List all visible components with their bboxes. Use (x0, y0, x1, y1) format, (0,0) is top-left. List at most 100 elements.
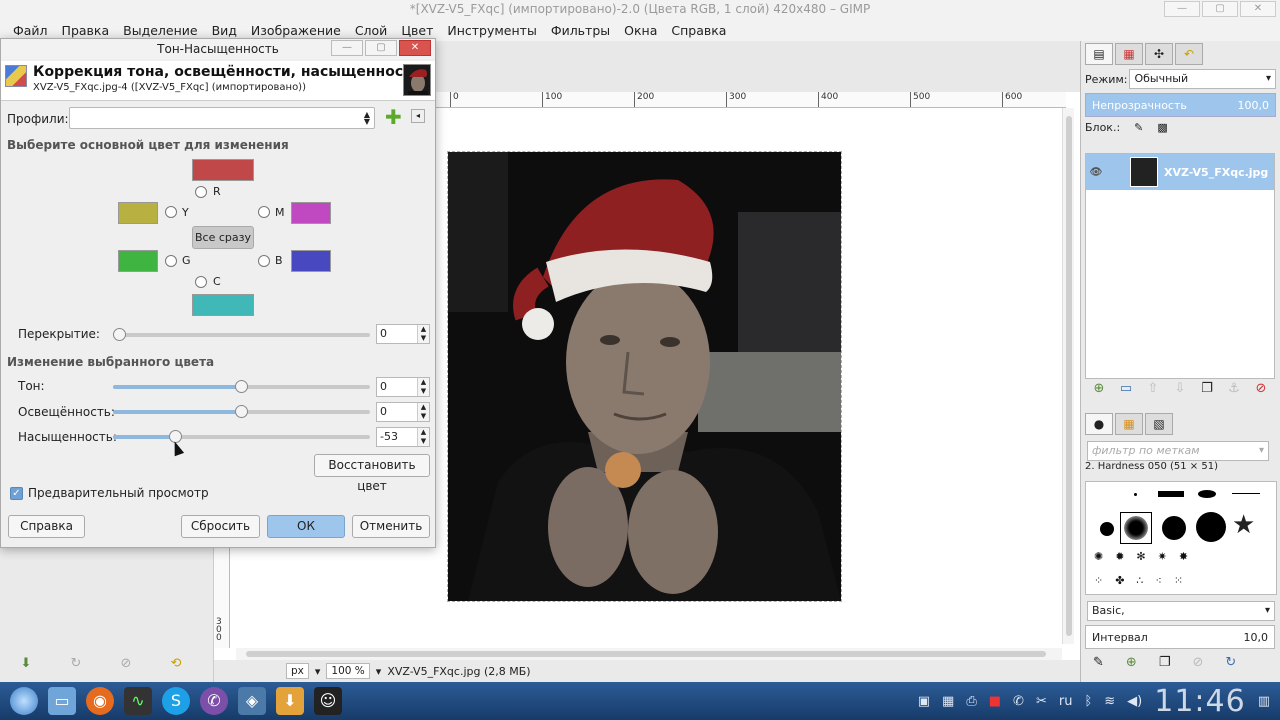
workspace-icon[interactable]: ▦ (942, 694, 954, 709)
firefox-icon[interactable]: ◉ (86, 687, 114, 715)
hue-spin[interactable]: 0 ▲ ▼ (376, 377, 430, 397)
brush-preset-select[interactable]: Basic, (1087, 601, 1275, 621)
menu-windows[interactable]: Окна (617, 20, 664, 41)
file-manager-icon[interactable]: ▭ (48, 687, 76, 715)
lower-layer-icon[interactable]: ⇩ (1172, 381, 1188, 397)
reset-icon[interactable]: ⟲ (166, 656, 186, 672)
menu-filters[interactable]: Фильтры (544, 20, 617, 41)
spin-arrows-icon[interactable]: ▲ ▼ (417, 403, 429, 421)
canvas-image[interactable] (447, 151, 842, 602)
chevron-down-icon[interactable]: ▾ (376, 665, 382, 678)
dialog-maximize-button[interactable]: ▢ (365, 40, 397, 56)
tag-filter-input[interactable]: фильтр по меткам (1087, 441, 1269, 461)
magenta-radio[interactable] (258, 206, 270, 218)
green-radio[interactable] (165, 255, 177, 267)
duplicate-layer-icon[interactable]: ❐ (1199, 381, 1215, 397)
system-monitor-icon[interactable]: ∿ (124, 687, 152, 715)
texture-brushes[interactable]: ⁘✤∴⁖⁙ (1094, 570, 1195, 592)
spin-arrows-icon[interactable]: ▲ ▼ (417, 428, 429, 446)
dialog-close-button[interactable]: ✕ (399, 40, 431, 56)
undo-tab[interactable]: ↶ (1175, 43, 1203, 65)
keyboard-layout[interactable]: ru (1059, 694, 1073, 709)
reset-color-button[interactable]: Восстановить цвет (314, 454, 430, 493)
overlap-spin[interactable]: 0 ▲ ▼ (376, 324, 430, 344)
spacing-slider[interactable]: Интервал 10,0 (1085, 625, 1275, 649)
menu-help[interactable]: Справка (664, 20, 733, 41)
spin-arrows-icon[interactable]: ▲ ▼ (417, 325, 429, 343)
maximize-button[interactable]: ▢ (1202, 1, 1238, 17)
brush-preset[interactable] (1162, 516, 1186, 540)
start-menu-icon[interactable] (10, 687, 38, 715)
blue-swatch[interactable] (291, 250, 331, 272)
volume-icon[interactable]: ◀) (1127, 694, 1142, 709)
viber-icon[interactable]: ✆ (200, 687, 228, 715)
horizontal-scrollbar[interactable] (236, 648, 1062, 660)
patterns-tab[interactable]: ▦ (1115, 413, 1143, 435)
mode-select[interactable]: Обычный (1129, 69, 1276, 89)
red-radio[interactable] (195, 186, 207, 198)
preview-checkbox[interactable]: ✓ (10, 487, 23, 500)
dialog-minimize-button[interactable]: — (331, 40, 363, 56)
chevron-down-icon[interactable]: ▾ (315, 665, 321, 678)
yellow-radio[interactable] (165, 206, 177, 218)
saturation-spin[interactable]: -53 ▲ ▼ (376, 427, 430, 447)
cyan-swatch[interactable] (192, 294, 254, 316)
cyan-radio[interactable] (195, 276, 207, 288)
bluetooth-icon[interactable]: ᛒ (1084, 694, 1092, 709)
spin-arrows-icon[interactable]: ▲ ▼ (417, 378, 429, 396)
dialog-titlebar[interactable]: Тон-Насыщенность — ▢ ✕ (1, 39, 435, 59)
raise-layer-icon[interactable]: ⇧ (1145, 381, 1161, 397)
brush-preset[interactable] (1158, 491, 1184, 497)
unit-select[interactable]: px (286, 663, 309, 679)
restore-icon[interactable]: ↻ (66, 656, 86, 672)
minimize-button[interactable]: — (1164, 1, 1200, 17)
delete-layer-icon[interactable]: ⊘ (1253, 381, 1269, 397)
profiles-menu-icon[interactable]: ◂ (411, 109, 425, 123)
layers-tab[interactable]: ▤ (1085, 43, 1113, 65)
brushes-tab[interactable]: ● (1085, 413, 1113, 435)
brush-preset[interactable] (1124, 516, 1148, 540)
layers-list[interactable]: 👁 XVZ-V5_FXqc.jpg (1085, 153, 1275, 379)
overlap-slider[interactable] (113, 328, 370, 341)
vertical-scrollbar[interactable] (1062, 108, 1074, 644)
brush-preset[interactable] (1198, 490, 1216, 498)
opacity-slider[interactable]: Непрозрачность 100,0 (1085, 93, 1276, 117)
save-icon[interactable]: ⬇ (16, 656, 36, 672)
paint-brush-icon[interactable]: ✎ (1093, 655, 1104, 670)
layer-name[interactable]: XVZ-V5_FXqc.jpg (1164, 166, 1268, 179)
printer-icon[interactable]: ⎙ (966, 694, 976, 709)
anchor-layer-icon[interactable]: ⚓ (1226, 381, 1242, 397)
red-swatch[interactable] (192, 159, 254, 181)
lightness-slider[interactable] (113, 405, 370, 418)
brush-preset[interactable] (1196, 512, 1226, 542)
close-button[interactable]: ✕ (1240, 1, 1276, 17)
delete-icon[interactable]: ⊘ (116, 656, 136, 672)
brush-preset[interactable] (1232, 493, 1260, 494)
menu-tools[interactable]: Инструменты (440, 20, 543, 41)
ok-button[interactable]: ОК (267, 515, 345, 538)
zoom-select[interactable]: 100 % (326, 663, 370, 679)
profiles-combo[interactable]: ▲ ▼ (69, 107, 375, 129)
image-window-icon[interactable]: ☺ (314, 687, 342, 715)
gimp-icon[interactable]: ◈ (238, 687, 266, 715)
archive-icon[interactable]: ⬇ (276, 687, 304, 715)
saturation-slider[interactable] (113, 430, 370, 443)
spatter-brushes[interactable]: ✺✹✻✷✸ (1094, 546, 1200, 568)
brush-lock-icon[interactable]: ✎ (1134, 121, 1143, 134)
viber-tray-icon[interactable]: ✆ (1013, 694, 1024, 709)
record-icon[interactable]: ■ (989, 694, 1001, 709)
delete-brush-icon[interactable]: ⊘ (1192, 655, 1203, 670)
brush-preset[interactable] (1100, 522, 1114, 536)
refresh-brushes-icon[interactable]: ↻ (1225, 655, 1236, 670)
clipboard-icon[interactable]: ✂ (1036, 694, 1047, 709)
add-profile-icon[interactable]: ✚ (385, 107, 402, 127)
new-brush-icon[interactable]: ⊕ (1126, 655, 1137, 670)
help-button[interactable]: Справка (8, 515, 85, 538)
new-group-icon[interactable]: ▭ (1118, 381, 1134, 397)
master-button[interactable]: Все сразу (192, 226, 254, 249)
hue-slider[interactable] (113, 380, 370, 393)
wifi-icon[interactable]: ≋ (1104, 694, 1115, 709)
layer-row[interactable]: 👁 XVZ-V5_FXqc.jpg (1086, 154, 1274, 190)
yellow-swatch[interactable] (118, 202, 158, 224)
paths-tab[interactable]: ✣ (1145, 43, 1173, 65)
